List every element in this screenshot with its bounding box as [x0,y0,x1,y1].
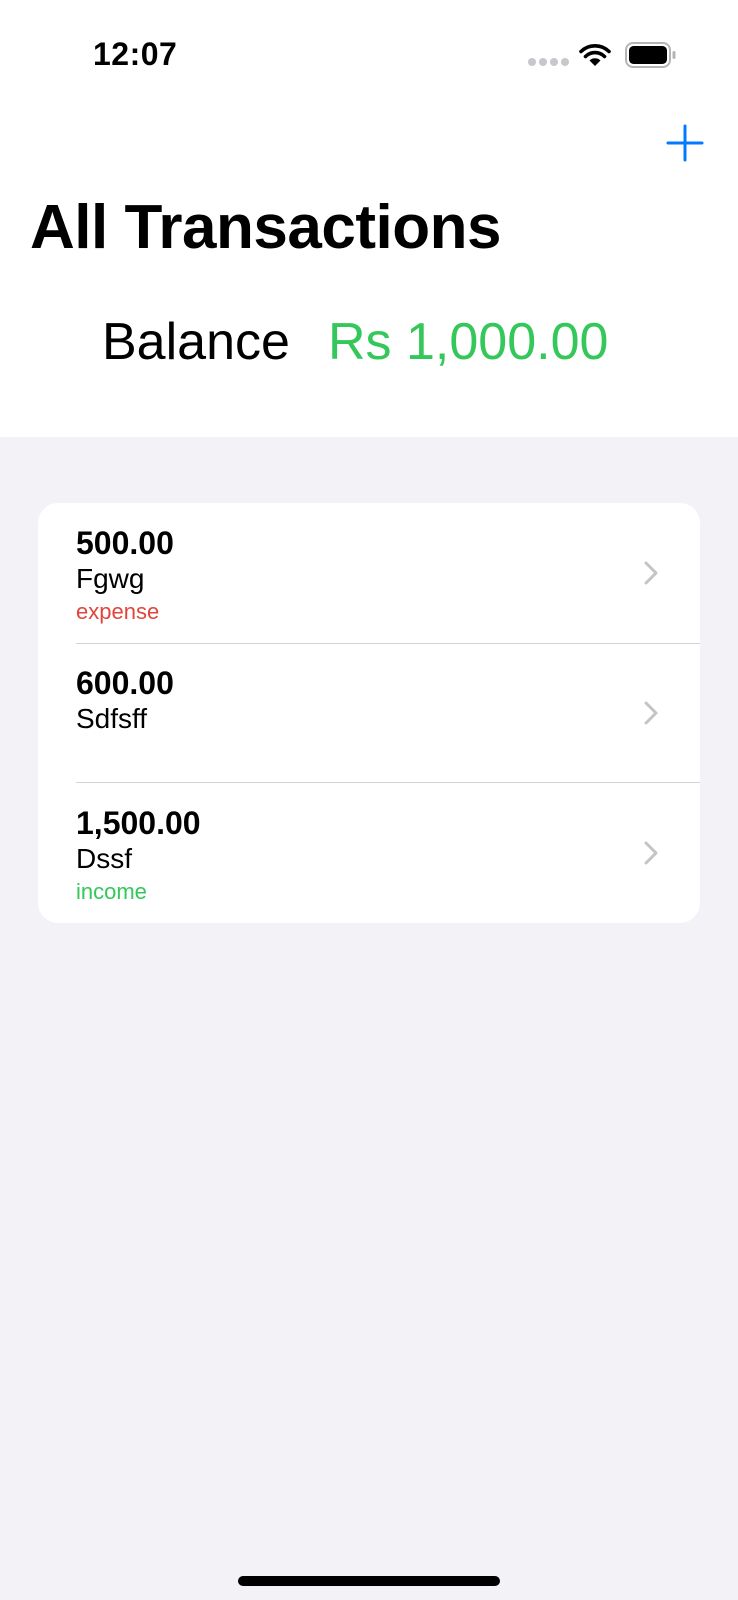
chevron-right-icon [644,841,658,865]
chevron-right-icon [644,561,658,585]
balance-row: Balance Rs 1,000.00 [0,312,738,376]
transaction-amount: 500.00 [76,525,174,561]
header-area: 12:07 All Transactions Balance Rs 1,000.… [0,0,738,437]
add-transaction-button[interactable] [664,122,706,164]
status-time: 12:07 [93,36,178,72]
transaction-name: Dssf [76,843,132,874]
plus-icon [666,124,704,162]
balance-value: Rs 1,000.00 [328,313,609,371]
transactions-list: 500.00 Fgwg expense 600.00 Sdfsff 1,500.… [38,503,700,923]
battery-icon [625,42,676,68]
transaction-row[interactable]: 600.00 Sdfsff [38,643,700,783]
balance-label: Balance [102,313,290,371]
status-bar: 12:07 [0,0,738,110]
wifi-icon [579,44,611,66]
transaction-row[interactable]: 500.00 Fgwg expense [38,503,700,643]
chevron-right-icon [644,701,658,725]
transaction-type: income [76,879,147,904]
transaction-name: Sdfsff [76,703,148,734]
page-title: All Transactions [30,193,501,262]
cellular-signal-icon [528,58,569,66]
transaction-type: expense [76,599,160,624]
transaction-amount: 600.00 [76,665,174,701]
transaction-name: Fgwg [76,563,145,594]
home-indicator[interactable] [238,1576,500,1586]
transaction-row[interactable]: 1,500.00 Dssf income [38,783,700,923]
transaction-amount: 1,500.00 [76,805,201,841]
